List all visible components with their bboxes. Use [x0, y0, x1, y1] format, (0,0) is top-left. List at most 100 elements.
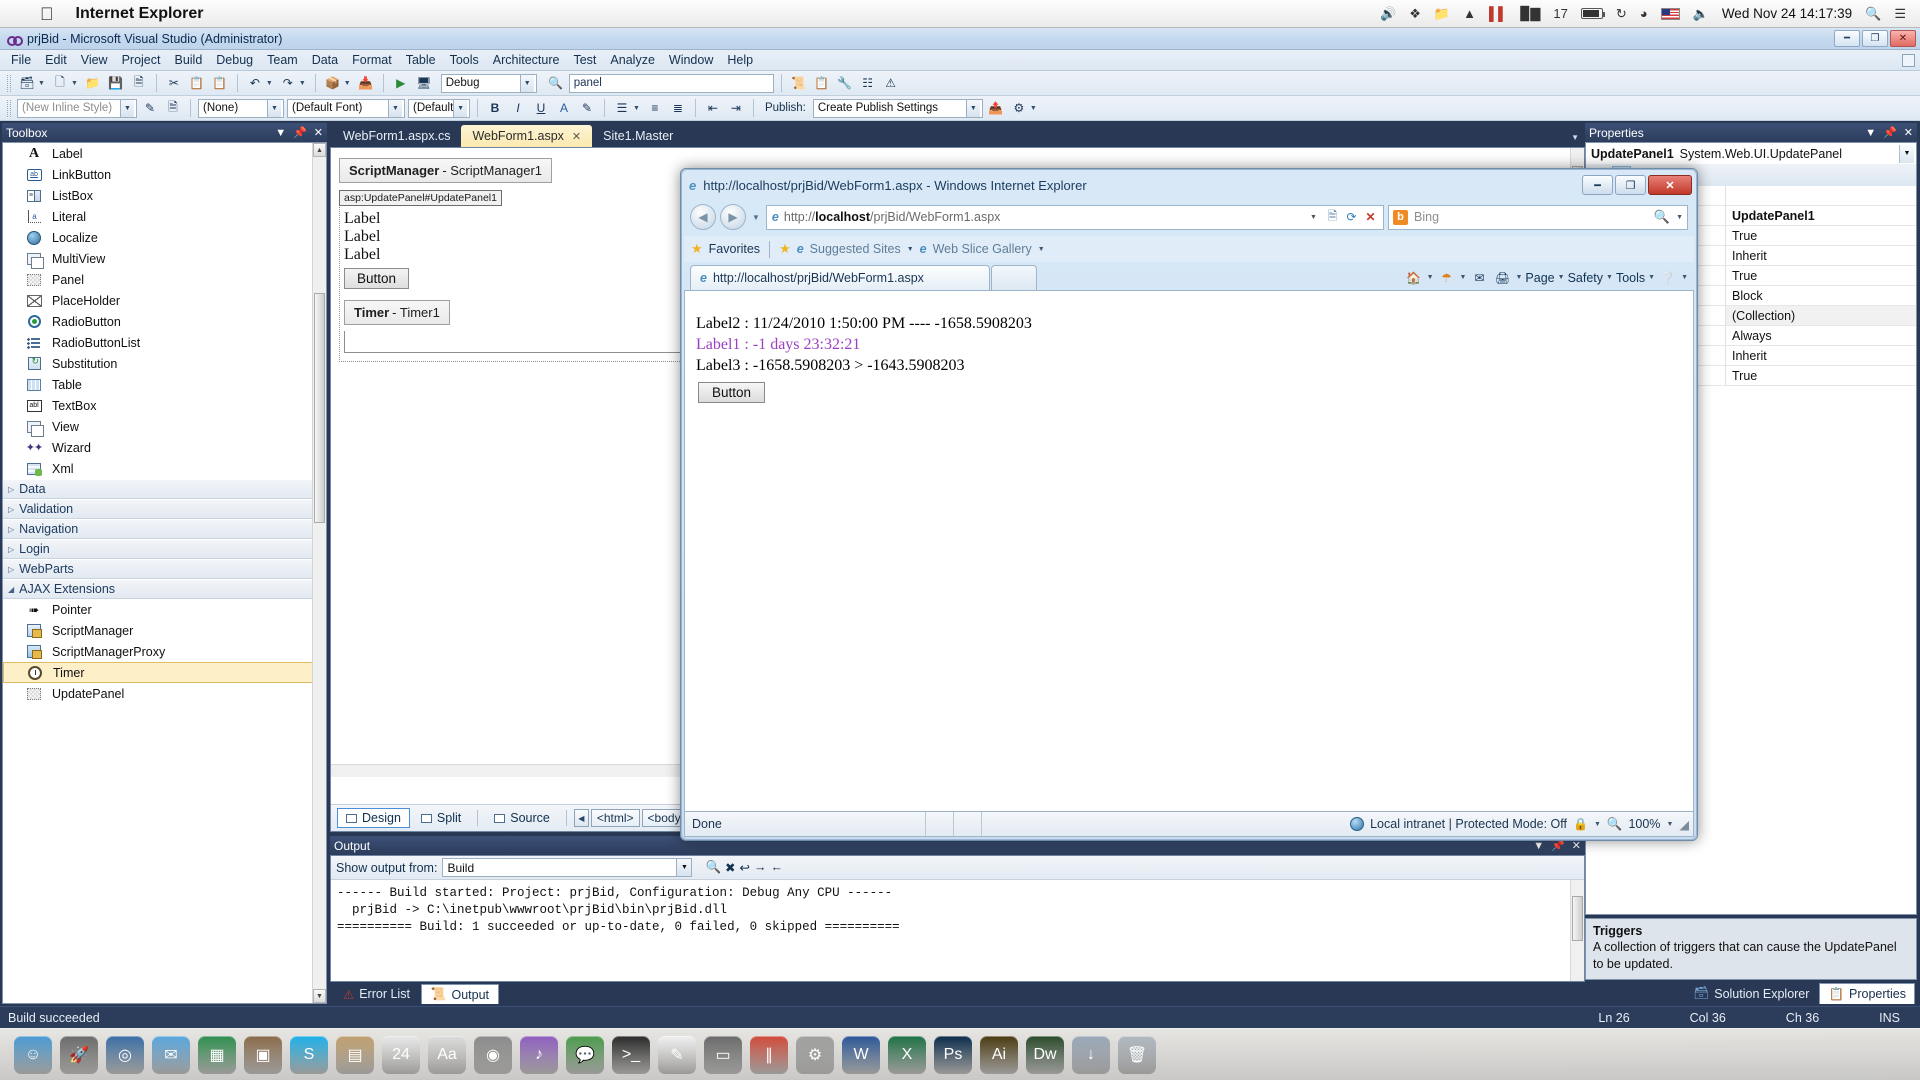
zoom-level[interactable]: 100%	[1628, 817, 1660, 831]
toolbox-item-xml[interactable]: Xml	[3, 458, 326, 479]
compatibility-view-icon[interactable]: 🗎	[1323, 207, 1342, 228]
tab-design[interactable]: Design	[337, 808, 410, 828]
sound-meter-icon[interactable]: ▌▌	[1489, 7, 1507, 20]
scriptmanager-control-box[interactable]: ScriptManager - ScriptManager1	[339, 158, 552, 183]
find-input[interactable]: panel	[569, 74, 774, 93]
navigate-backward-icon[interactable]: 📦	[323, 73, 343, 93]
illustrator-icon[interactable]: Ai	[980, 1036, 1018, 1074]
help-icon[interactable]: ❔	[1658, 268, 1678, 287]
ical-icon[interactable]: ▦	[198, 1036, 236, 1074]
tab-webform1-aspx[interactable]: WebForm1.aspx ✕	[461, 125, 592, 147]
chevron-down-icon[interactable]: ▼	[1865, 127, 1876, 139]
foreground-color-icon[interactable]: A	[554, 98, 574, 118]
error-list-toggle-icon[interactable]: ⚠	[881, 73, 901, 93]
chevron-down-icon[interactable]: ▼	[275, 127, 286, 139]
font-size-combo[interactable]: (Default ▼	[408, 99, 470, 118]
suggested-sites-label[interactable]: Suggested Sites	[810, 242, 901, 256]
speaker-icon[interactable]: 🔈	[1693, 7, 1709, 20]
security-zone-label[interactable]: Local intranet | Protected Mode: Off	[1370, 817, 1567, 831]
open-file-icon[interactable]: 📁	[83, 73, 103, 93]
new-item-caret-icon[interactable]: ▼	[71, 80, 78, 87]
menu-bar-clock[interactable]: Wed Nov 24 14:17:39	[1722, 6, 1852, 21]
toolbox-item-substitution[interactable]: Substitution	[3, 353, 326, 374]
web-page-content[interactable]: Label2 : 11/24/2010 1:50:00 PM ---- -165…	[684, 290, 1694, 812]
bold-button[interactable]: B	[485, 98, 505, 118]
volume-icon[interactable]: 🔊	[1380, 7, 1396, 20]
toolbox-item-pointer[interactable]: ➠Pointer	[3, 599, 326, 620]
increase-indent-icon[interactable]: ⇥	[726, 98, 746, 118]
toolbox-item-timer[interactable]: Timer	[3, 662, 326, 683]
tab-list-dropdown-icon[interactable]: ▼	[1571, 133, 1579, 142]
calendar24-icon[interactable]: 24	[382, 1036, 420, 1074]
itunes-icon[interactable]: ♪	[520, 1036, 558, 1074]
page-menu[interactable]: Page	[1525, 271, 1554, 285]
tab-source[interactable]: Source	[485, 808, 559, 828]
address-bar[interactable]: e http:// localhost /prjBid/WebForm1.asp…	[766, 205, 1384, 230]
wifi-icon[interactable]: ◕	[1640, 7, 1648, 20]
align-caret-icon[interactable]: ▼	[633, 105, 640, 112]
chevron-down-icon[interactable]: ▼	[267, 100, 281, 117]
stop-icon[interactable]: ✕	[1361, 207, 1380, 228]
skype-icon[interactable]: S	[290, 1036, 328, 1074]
solution-configuration-combo[interactable]: Debug ▼	[441, 74, 537, 93]
new-item-icon[interactable]: 🗋	[50, 73, 70, 93]
menu-debug[interactable]: Debug	[209, 51, 260, 69]
home-icon[interactable]: 🏠	[1404, 268, 1424, 287]
property-value[interactable]: True	[1726, 226, 1916, 245]
start-debugging-icon[interactable]: ▶	[391, 73, 411, 93]
breadcrumb-scroll-left-icon[interactable]: ◀	[574, 809, 589, 827]
vs-restore-button[interactable]: ❐	[1862, 30, 1888, 47]
toolbox-category-data[interactable]: ▷Data	[3, 479, 326, 499]
scrollbar-thumb[interactable]	[1572, 896, 1583, 941]
chevron-down-icon[interactable]: ▼	[1304, 207, 1323, 228]
menu-file[interactable]: File	[4, 51, 38, 69]
resize-grip-icon[interactable]: ◢	[1679, 817, 1689, 832]
toolbox-item-listbox[interactable]: ≡ListBox	[3, 185, 326, 206]
apple-icon[interactable]: 	[40, 5, 54, 23]
pin-icon[interactable]: 📌	[293, 126, 307, 139]
ie-close-button[interactable]: ✕	[1648, 175, 1692, 195]
internet-explorer-window[interactable]: e http://localhost/prjBid/WebForm1.aspx …	[680, 168, 1698, 841]
save-all-icon[interactable]: 🗎	[129, 73, 149, 93]
safari-icon[interactable]: ◎	[106, 1036, 144, 1074]
property-value[interactable]: True	[1726, 266, 1916, 285]
object-browser-icon[interactable]: ☷	[858, 73, 878, 93]
web-slice-gallery-label[interactable]: Web Slice Gallery	[933, 242, 1032, 256]
go-to-previous-message-icon[interactable]: ←	[771, 860, 784, 875]
properties-toggle-icon[interactable]: 📋	[812, 73, 832, 93]
vmware-icon[interactable]: ▭	[704, 1036, 742, 1074]
breadcrumb-html[interactable]: <html>	[591, 809, 640, 827]
feeds-icon[interactable]: ☂	[1437, 268, 1457, 287]
find-icon[interactable]: 🔍	[546, 73, 566, 93]
menu-window[interactable]: Window	[662, 51, 720, 69]
page-button[interactable]: Button	[698, 382, 765, 403]
photoshop-icon[interactable]: Ps	[934, 1036, 972, 1074]
menu-team[interactable]: Team	[260, 51, 305, 69]
align-left-icon[interactable]: ☰	[612, 98, 632, 118]
chevron-down-icon[interactable]: ▼	[453, 100, 467, 117]
new-project-caret-icon[interactable]: ▼	[38, 80, 45, 87]
search-input[interactable]: Bing	[1414, 210, 1439, 224]
chevron-down-icon[interactable]: ▼	[676, 859, 691, 876]
highlight-color-icon[interactable]: ✎	[577, 98, 597, 118]
menu-table[interactable]: Table	[399, 51, 443, 69]
excel-icon[interactable]: X	[888, 1036, 926, 1074]
copy-icon[interactable]: 📋	[187, 73, 207, 93]
scroll-down-arrow-icon[interactable]: ▼	[313, 989, 326, 1003]
terminal-icon[interactable]: >_	[612, 1036, 650, 1074]
read-mail-icon[interactable]: ✉	[1469, 268, 1489, 287]
tab-output[interactable]: 📜 Output	[421, 984, 499, 1004]
tab-site1-master[interactable]: Site1.Master	[592, 125, 684, 147]
recent-pages-dropdown-icon[interactable]: ▼	[752, 213, 760, 222]
chevron-down-icon[interactable]: ▼	[1594, 821, 1601, 828]
menu-tools[interactable]: Tools	[443, 51, 486, 69]
ichat-icon[interactable]: 💬	[566, 1036, 604, 1074]
chevron-down-icon[interactable]: ▼	[1558, 274, 1565, 281]
property-value[interactable]: Inherit	[1726, 346, 1916, 365]
toolbox-item-table[interactable]: Table	[3, 374, 326, 395]
toolbox-category-validation[interactable]: ▷Validation	[3, 499, 326, 519]
close-icon[interactable]: ✕	[572, 130, 581, 143]
decrease-indent-icon[interactable]: ⇤	[703, 98, 723, 118]
search-provider-dropdown-icon[interactable]: ▼	[1676, 214, 1683, 221]
solution-explorer-toggle-icon[interactable]: 📜	[789, 73, 809, 93]
